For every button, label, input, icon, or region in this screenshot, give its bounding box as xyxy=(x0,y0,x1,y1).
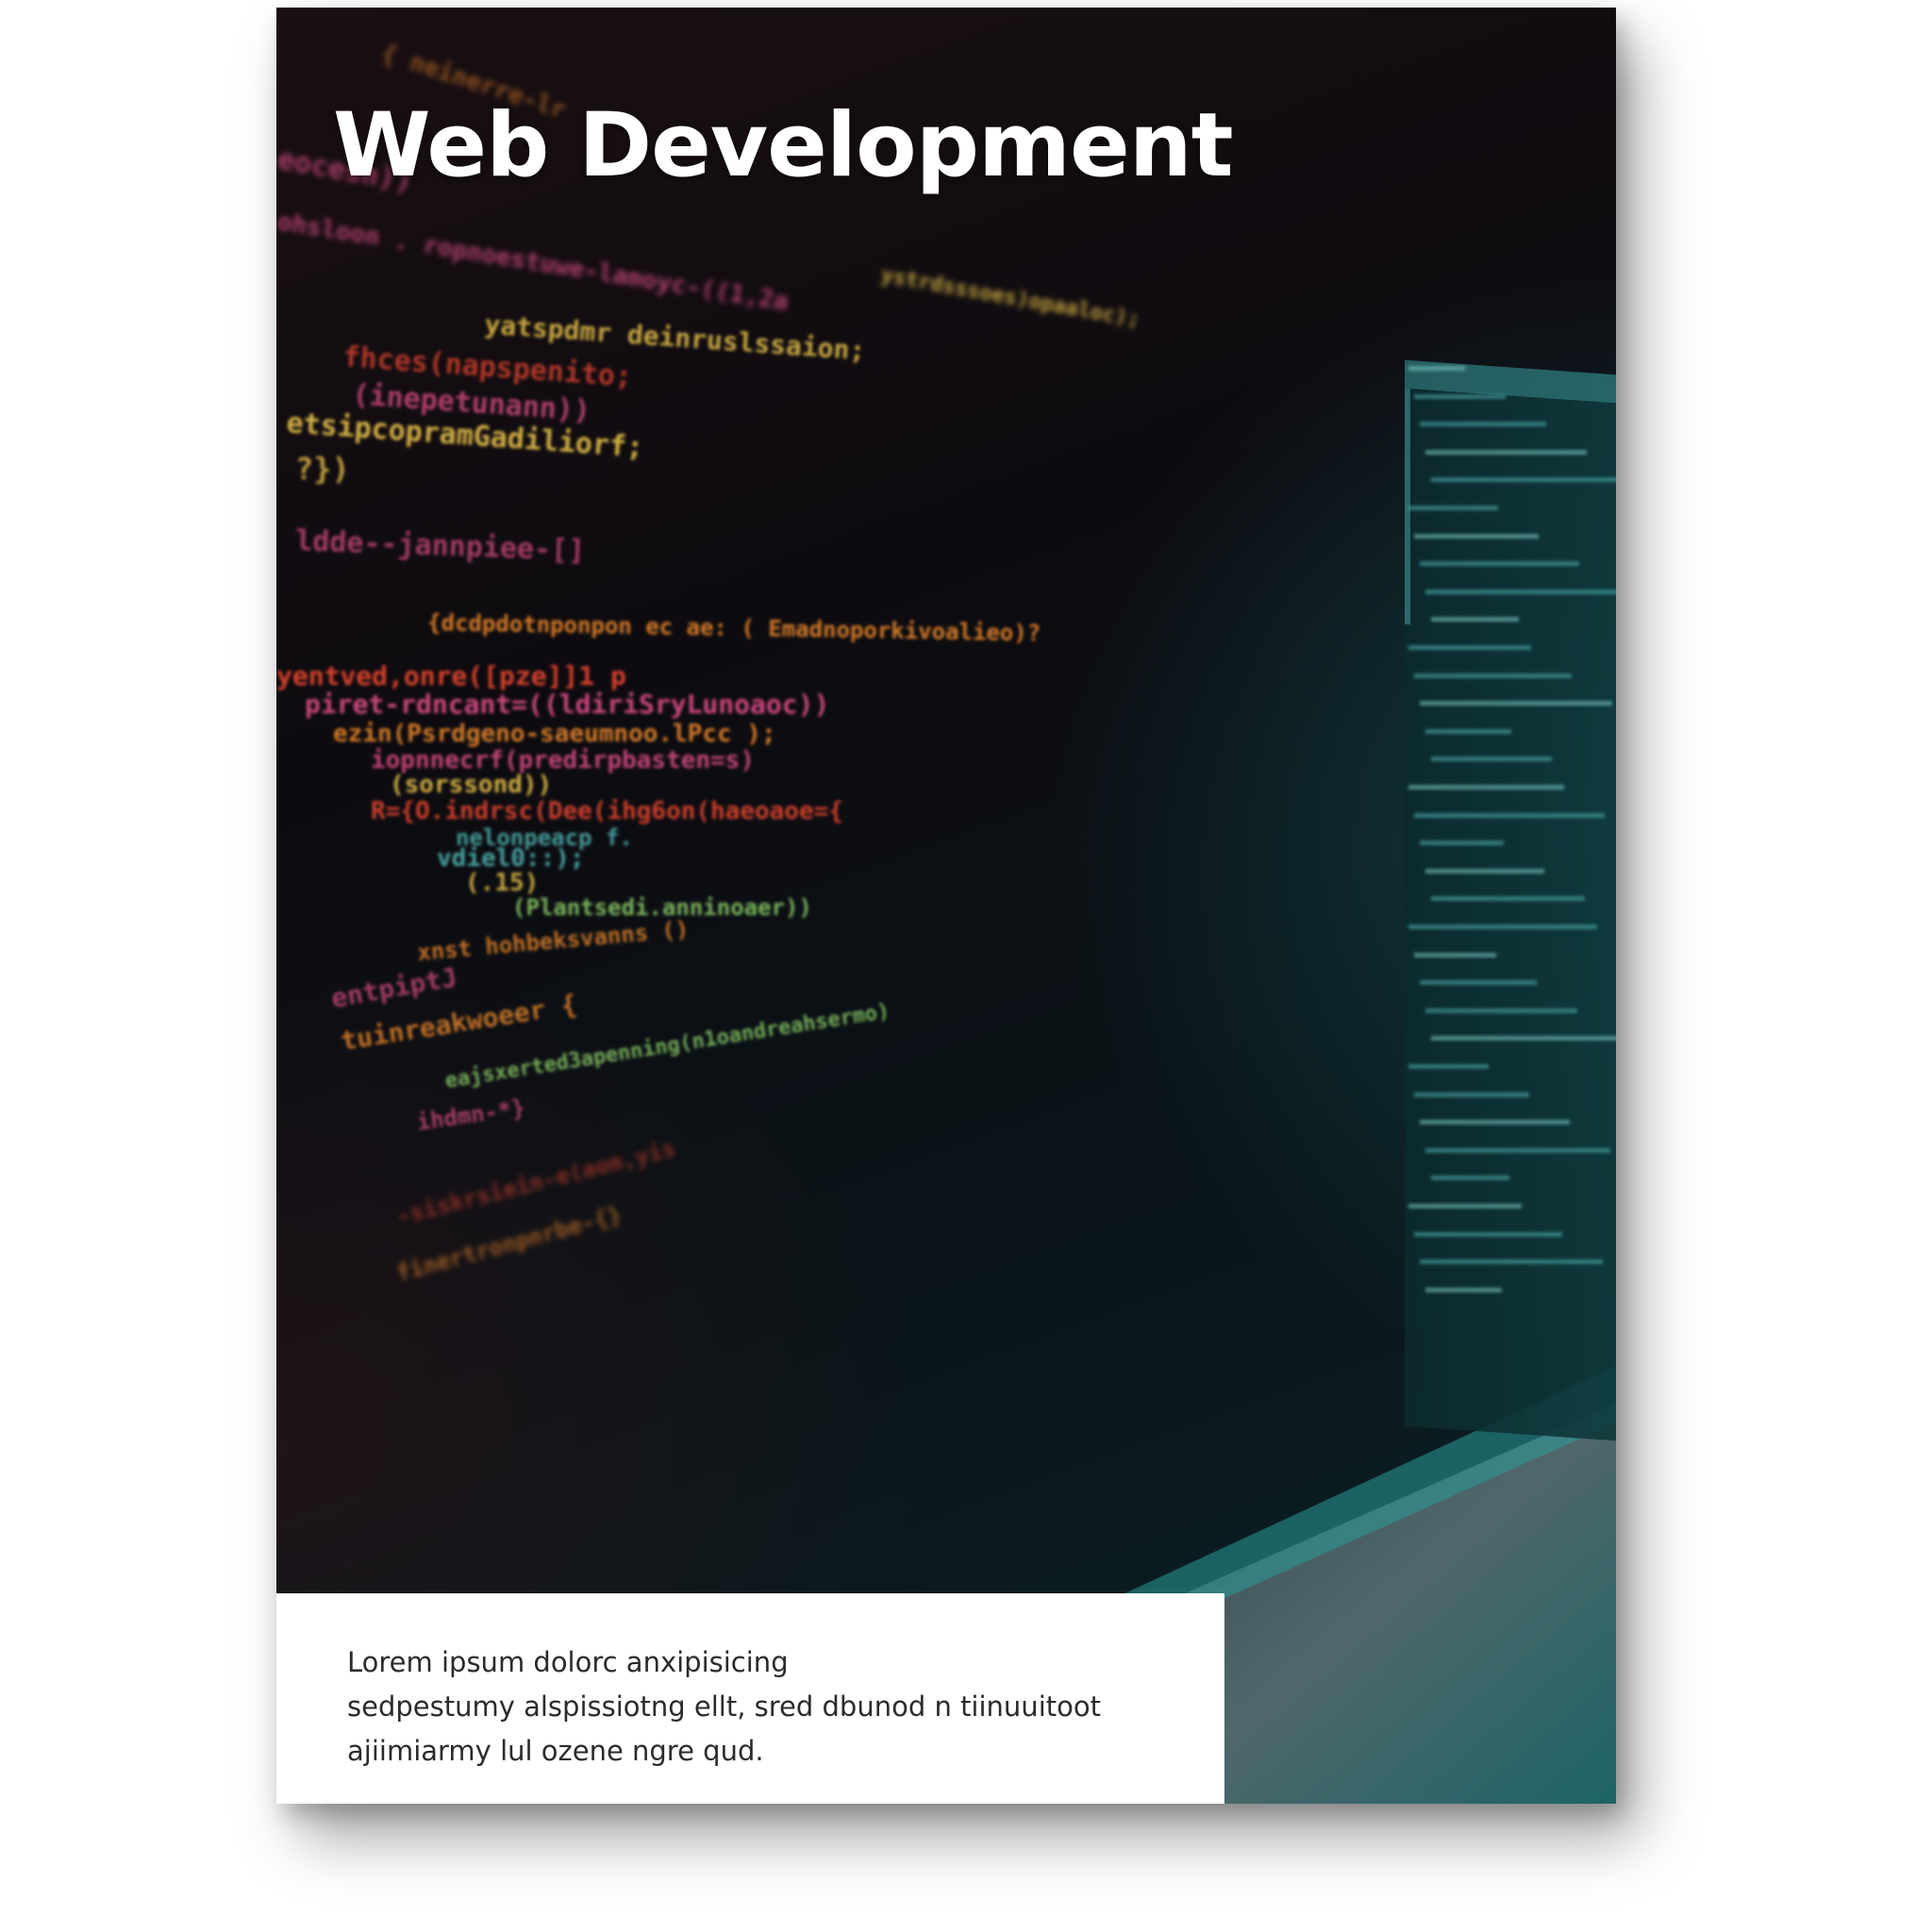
code-stroke xyxy=(1414,813,1605,818)
code-stroke xyxy=(1425,729,1511,734)
code-stroke xyxy=(1431,1175,1509,1180)
code-stroke xyxy=(1420,841,1504,845)
code-stroke xyxy=(1420,1259,1603,1264)
code-stroke xyxy=(1408,1204,1522,1208)
code-stroke xyxy=(1408,366,1465,371)
code-line: xnst hohbeksvanns () xyxy=(416,916,690,966)
code-line: ihdmn-*} xyxy=(415,1094,526,1136)
code-line: ohsloon . ropnoestuwe-lamoyc-((1,2a xyxy=(276,208,791,316)
code-stroke xyxy=(1431,1036,1616,1041)
code-stroke xyxy=(1431,477,1616,482)
body-text-line: ajiimiarmy lul ozene ngre qud. xyxy=(347,1735,764,1767)
code-line: (sorssond)) xyxy=(390,771,552,799)
code-line: R={O.indrsc(Dee(ihg6on(haeoaoe={ xyxy=(371,797,843,825)
code-stroke xyxy=(1425,1148,1610,1153)
code-line: (.15) xyxy=(465,869,539,897)
code-stroke xyxy=(1414,1232,1562,1237)
code-stroke xyxy=(1408,1064,1489,1069)
code-stroke xyxy=(1414,953,1496,958)
code-line: {dcdpdotnponpon ec ae: ( Emadnoporkivoal… xyxy=(427,609,1041,646)
body-text-line: sedpestumy alspissiotng ellt, sred dbuno… xyxy=(347,1690,1101,1723)
code-line: (Plantsedi.anninoaer)) xyxy=(512,894,812,921)
code-line: entpiptJ xyxy=(328,961,459,1014)
code-stroke xyxy=(1425,1288,1502,1292)
code-screen-background: { neinerre-lreocesn))ohsloon . ropnoestu… xyxy=(276,39,1616,1804)
code-stroke xyxy=(1425,869,1544,874)
body-text-line: Lorem ipsum dolorc anxipisicing xyxy=(347,1646,789,1678)
code-line: ystrdsssoes)opaaloc); xyxy=(879,263,1141,332)
text-panel: Lorem ipsum dolorc anxipisicing sedpestu… xyxy=(276,1593,1224,1804)
code-stroke xyxy=(1408,785,1564,790)
code-line: piret-rdncant=((ldiriSryLunoaoc)) xyxy=(305,689,829,720)
code-stroke xyxy=(1414,394,1506,399)
code-stroke xyxy=(1408,924,1597,929)
code-line: -siskrsiein-e(aom,yis xyxy=(394,1135,678,1230)
booklet-cover: { neinerre-lr eocesn)) ohsloon . ropnoestu… xyxy=(276,8,1616,1804)
code-stroke xyxy=(1420,422,1546,426)
code-line: ezin(Psrdgeno-saeumnoo.lPcc ); xyxy=(333,720,776,748)
cover-title: Web Development xyxy=(333,94,1234,197)
code-stroke xyxy=(1420,980,1537,985)
code-line: yentved,onre([pze]]1 p xyxy=(276,660,626,691)
code-stroke xyxy=(1425,450,1587,455)
code-stroke xyxy=(1414,674,1572,678)
code-stroke xyxy=(1420,561,1579,566)
code-stroke xyxy=(1420,1120,1570,1124)
code-stroke xyxy=(1420,701,1612,706)
body-text: Lorem ipsum dolorc anxipisicing sedpestu… xyxy=(347,1641,1196,1774)
code-stroke xyxy=(1425,1008,1577,1013)
code-stroke xyxy=(1408,506,1498,510)
code-stroke xyxy=(1431,617,1519,622)
code-line: ?}) xyxy=(295,451,350,487)
code-stroke xyxy=(1431,896,1585,901)
code-stroke xyxy=(1425,590,1616,594)
code-stroke xyxy=(1414,1092,1529,1097)
code-stroke xyxy=(1408,645,1531,650)
code-stroke xyxy=(1414,534,1539,539)
code-line: ldde--jannpiee-[] xyxy=(295,525,586,568)
code-stroke xyxy=(1431,757,1552,761)
